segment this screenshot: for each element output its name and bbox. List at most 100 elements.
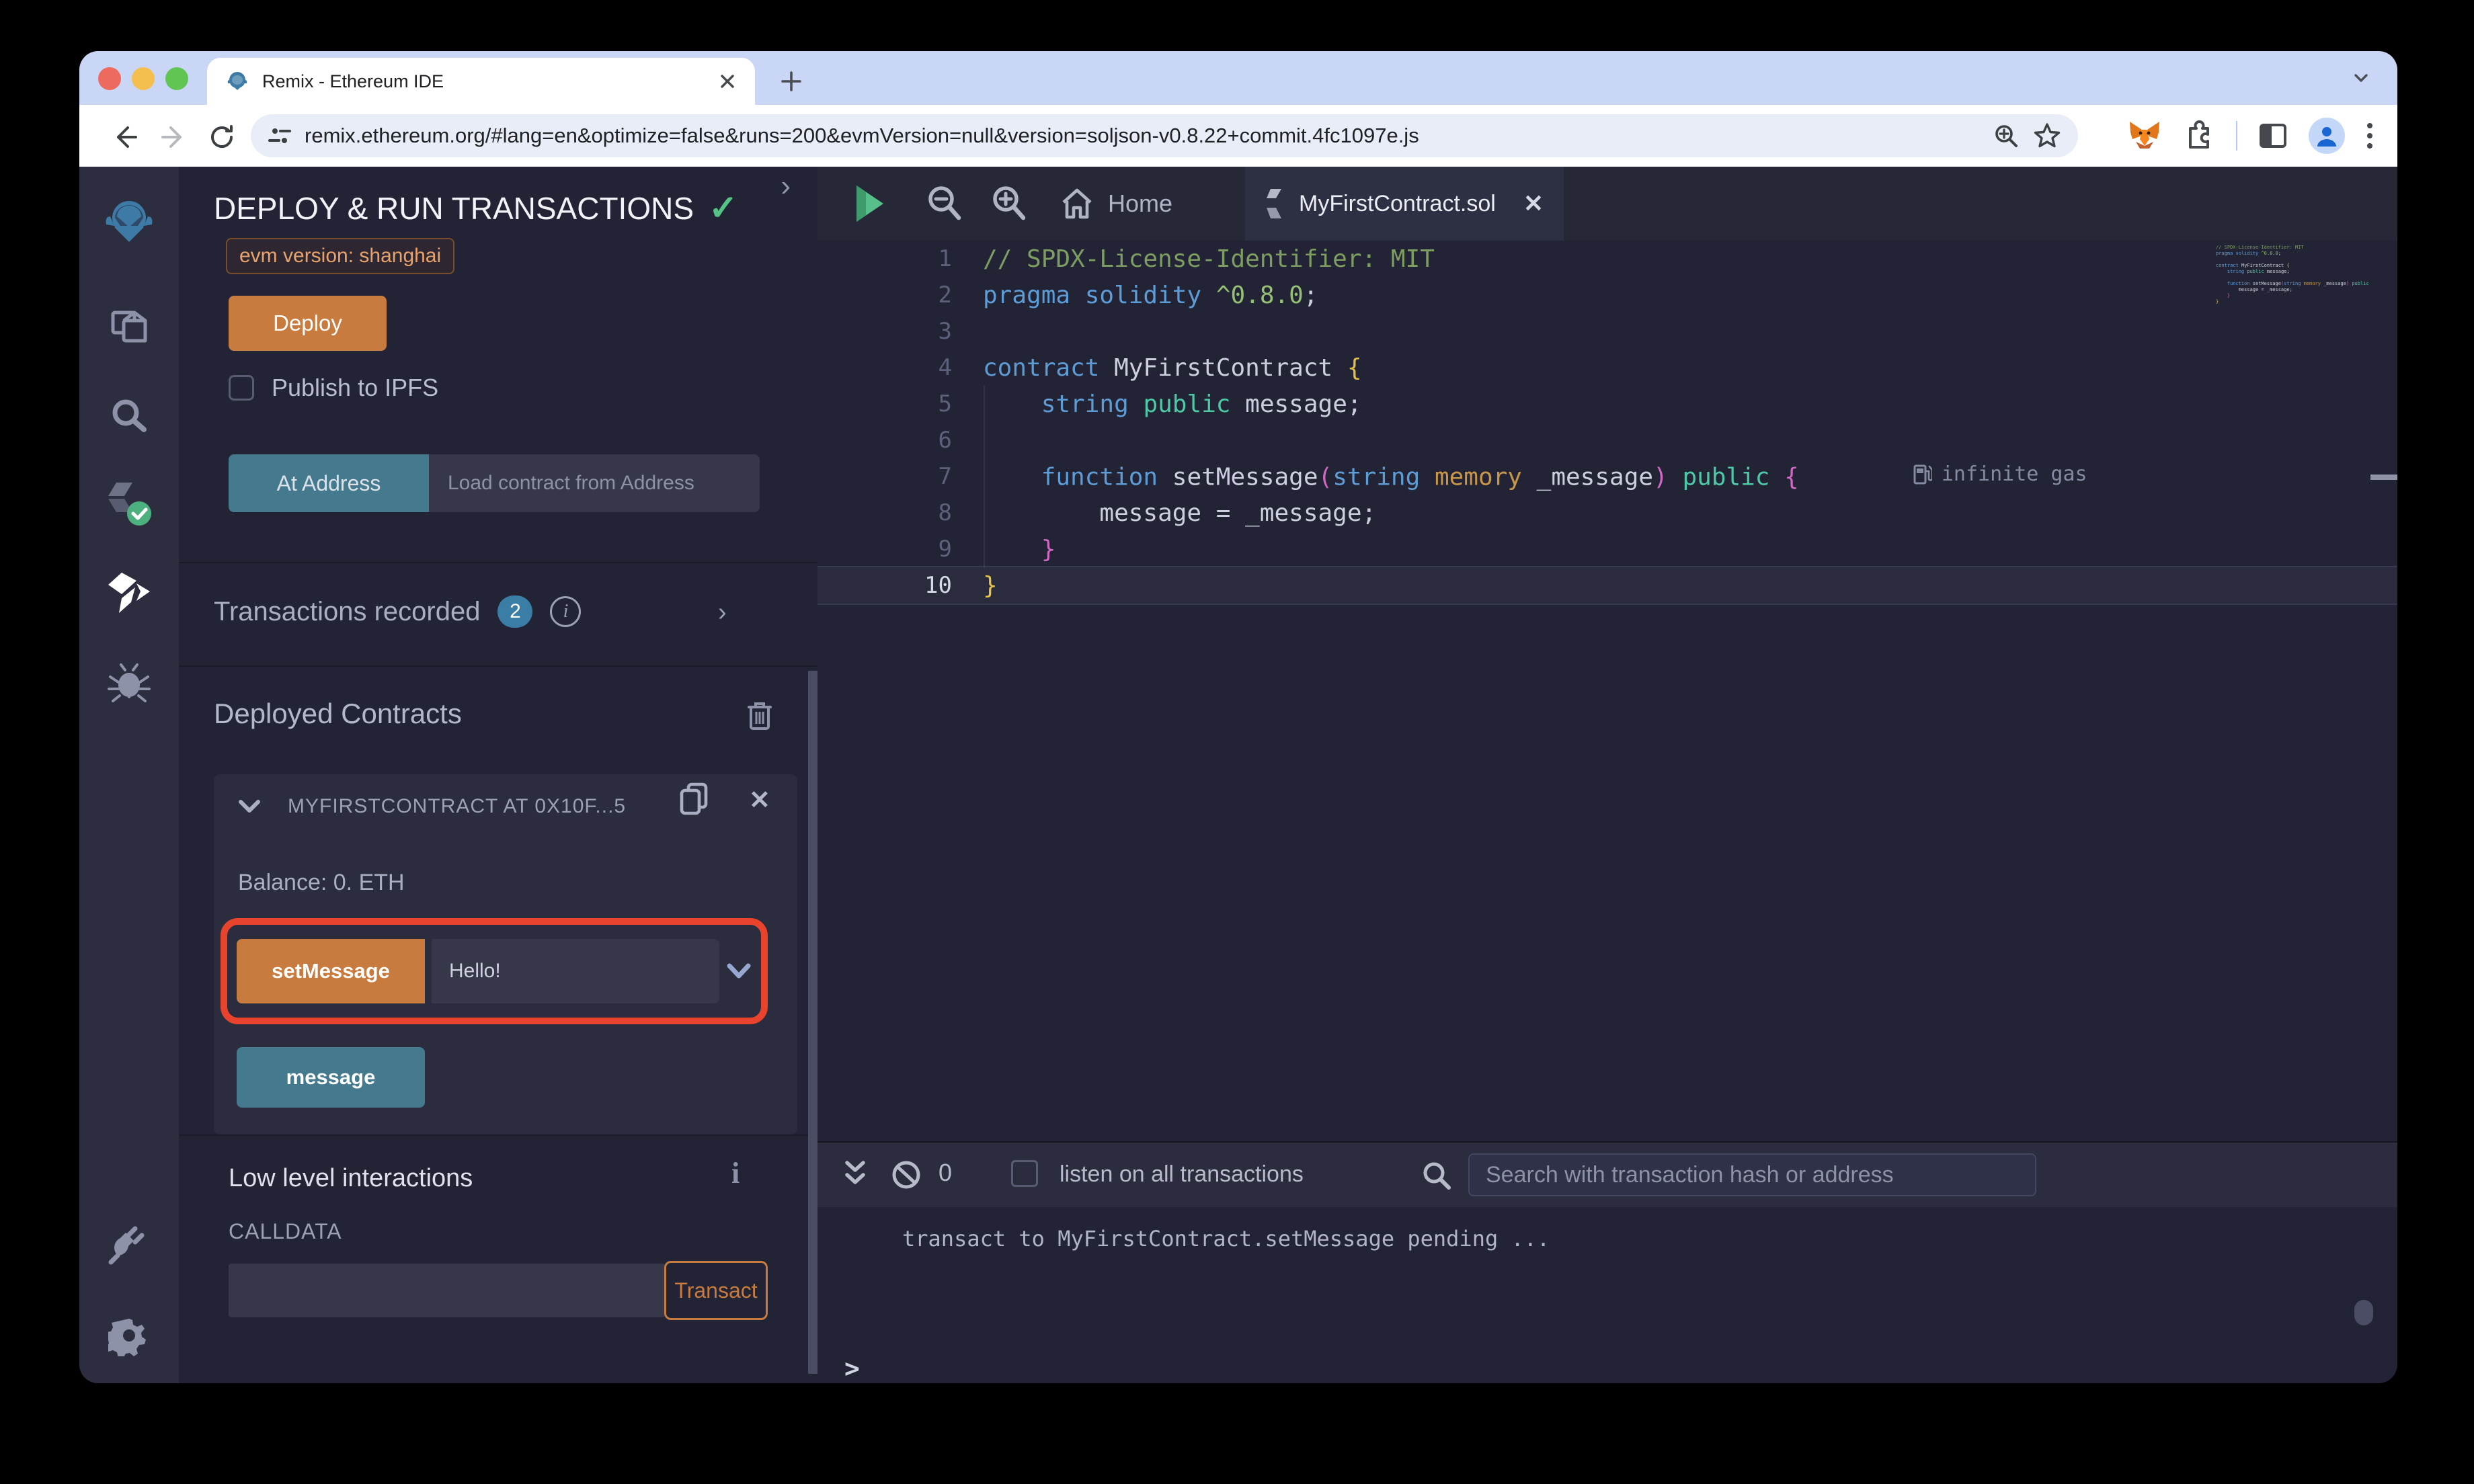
transactions-count-badge: 2 [497,595,533,628]
profile-avatar[interactable] [2309,118,2345,154]
line-number: 4 [938,354,952,381]
minimize-window-button[interactable] [132,67,155,90]
transactions-expand-chevron-icon[interactable]: › [718,598,727,627]
minimap[interactable]: // SPDX-License-Identifier: MIT pragma s… [2216,245,2370,419]
reload-button[interactable] [207,122,237,152]
remix-favicon-icon [227,72,247,90]
code-line-8[interactable]: 8 message = _message; [817,495,2397,531]
terminal-search-icon [1423,1162,1451,1190]
publish-ipfs-checkbox[interactable] [229,375,254,401]
terminal-prompt[interactable]: > [844,1354,860,1383]
low-level-title: Low level interactions [229,1164,473,1192]
code-editor[interactable]: 1// SPDX-License-Identifier: MIT 2 pragma … [817,241,2397,1141]
gas-estimate-annotation: infinite gas [1913,462,2087,486]
terminal-count: 0 [939,1159,953,1186]
sidebar-item-settings[interactable] [79,1298,179,1372]
set-message-button[interactable]: setMessage [237,939,425,1003]
code-line-9[interactable]: 9 } [817,531,2397,567]
browser-window: Remix - Ethereum IDE remix.ethereum.org/… [79,51,2397,1383]
editor-scrollbar-thumb[interactable] [2370,475,2397,480]
clear-console-icon[interactable] [890,1159,922,1191]
deploy-run-panel: DEPLOY & RUN TRANSACTIONS ✓ › evm versio… [179,167,817,1383]
code-line-7[interactable]: 7 function setMessage(string memory _mes… [817,458,2397,495]
new-tab-button[interactable] [770,60,812,102]
line-number: 1 [938,245,952,272]
at-address-input[interactable] [429,454,760,512]
remix-logo[interactable] [79,184,179,258]
set-message-input[interactable] [432,939,719,1003]
tab-title: Remix - Ethereum IDE [262,71,444,91]
bookmark-star-icon[interactable] [2032,121,2062,151]
sidebar-toggle-icon[interactable] [2258,120,2288,151]
extensions-puzzle-icon[interactable] [2182,119,2216,153]
low-level-info-icon[interactable]: i [731,1156,740,1190]
code-line-3[interactable]: 3 [817,313,2397,349]
transactions-recorded-label: Transactions recorded [214,596,481,626]
listen-transactions-checkbox[interactable] [1011,1160,1038,1187]
transact-button[interactable]: Transact [664,1261,768,1320]
sidebar-item-plugin-manager[interactable] [79,1207,179,1281]
remove-contract-icon[interactable]: ✕ [749,785,770,815]
url-bar[interactable]: remix.ethereum.org/#lang=en&optimize=fal… [251,114,2078,157]
code-line-6[interactable]: 6 [817,422,2397,458]
editor-toolbar: Home MyFirstContract.sol ✕ [817,167,2397,241]
code-line-10[interactable]: 10} [817,567,2397,604]
url-text[interactable]: remix.ethereum.org/#lang=en&optimize=fal… [305,124,1980,148]
line-number: 3 [938,318,952,345]
sidebar-item-search[interactable] [79,379,179,453]
browser-toolbar: remix.ethereum.org/#lang=en&optimize=fal… [79,105,2397,167]
back-button[interactable] [110,122,140,152]
copy-address-icon[interactable] [678,781,713,820]
line-number: 8 [938,499,952,526]
contract-collapse-chevron-icon[interactable] [238,799,261,814]
sidebar-item-debugger[interactable] [79,645,179,719]
metamask-extension-icon[interactable] [2127,119,2162,153]
panel-expand-chevron-icon[interactable]: › [781,169,791,203]
zoom-in-icon[interactable] [990,183,1027,223]
forward-button[interactable] [159,122,188,152]
terminal-search-input[interactable] [1468,1153,2036,1196]
run-script-play-icon[interactable] [852,183,887,224]
tab-list-chevron-icon[interactable] [2349,66,2373,90]
code-line-1[interactable]: 1// SPDX-License-Identifier: MIT [817,241,2397,277]
close-window-button[interactable] [98,67,121,90]
calldata-input[interactable] [229,1264,666,1317]
at-address-button[interactable]: At Address [229,454,429,512]
tab-myfirstcontract[interactable]: MyFirstContract.sol ✕ [1245,167,1564,241]
tab-home[interactable]: Home [1039,167,1193,241]
deploy-button[interactable]: Deploy [229,296,387,351]
line-number: 6 [938,427,952,454]
terminal-scrollbar-thumb[interactable] [2354,1300,2373,1325]
browser-tab-strip: Remix - Ethereum IDE [79,51,2397,105]
browser-tab[interactable]: Remix - Ethereum IDE [207,58,755,105]
sidebar-item-deploy-run[interactable] [79,556,179,630]
contract-instance-title[interactable]: MYFIRSTCONTRACT AT 0X10F...5 [288,795,664,818]
message-getter-button[interactable]: message [237,1047,425,1108]
sidebar-item-solidity-compiler[interactable] [79,468,179,542]
tab-close-icon[interactable] [719,73,736,90]
contract-balance: Balance: 0. ETH [238,870,405,895]
window-controls[interactable] [98,67,188,90]
home-tab-label: Home [1108,190,1173,217]
code-line-4[interactable]: 4 contract MyFirstContract { [817,349,2397,386]
home-icon [1062,188,1092,219]
maximize-window-button[interactable] [165,67,188,90]
clear-deployed-trash-icon[interactable] [745,699,774,733]
browser-menu-icon[interactable] [2365,120,2375,151]
collapse-terminal-icon[interactable] [842,1159,869,1190]
zoom-page-icon[interactable] [1992,122,2020,150]
close-file-tab-icon[interactable]: ✕ [1523,190,1544,218]
plus-icon [781,71,801,91]
code-line-5[interactable]: 5 string public message; [817,386,2397,422]
code-line-2[interactable]: 2 pragma solidity ^0.8.0; [817,277,2397,313]
expand-args-chevron-icon[interactable] [726,962,752,980]
calldata-label: CALLDATA [229,1219,342,1243]
terminal-log[interactable]: transact to MyFirstContract.setMessage p… [817,1207,2397,1383]
zoom-out-icon[interactable] [925,183,963,223]
site-settings-icon[interactable] [267,123,292,149]
panel-scrollbar[interactable] [808,671,817,1374]
transactions-recorded-section[interactable]: Transactions recorded 2 i › [179,562,817,665]
deployed-contracts-title: Deployed Contracts [214,698,462,729]
transactions-info-icon[interactable]: i [550,596,582,627]
sidebar-item-file-explorer[interactable] [79,290,179,364]
